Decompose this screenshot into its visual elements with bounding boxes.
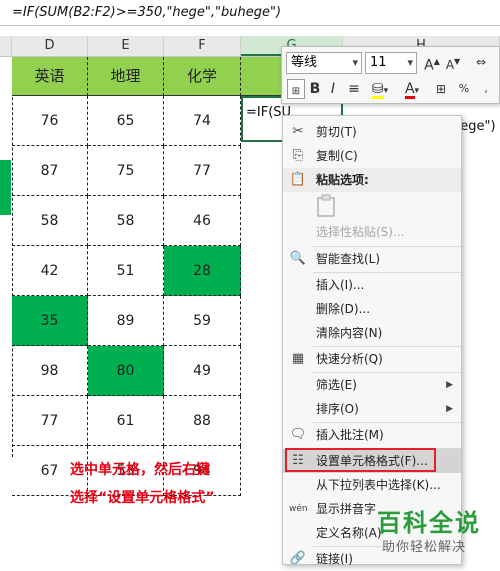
chevron-down-icon: ▾ — [407, 56, 413, 69]
highlight-box — [285, 448, 436, 472]
menu-item-pick-from-list[interactable]: 从下拉列表中选择(K)... — [283, 473, 461, 497]
table-cell[interactable]: 77 — [164, 146, 241, 196]
scissors-icon: ✂ — [292, 124, 304, 139]
header-cell-chemistry[interactable]: 化学 — [164, 57, 241, 96]
menu-item-insert[interactable]: 插入(I)... — [283, 273, 461, 297]
column-header-f[interactable]: F — [164, 36, 241, 56]
grow-font-button[interactable]: A▲ — [423, 52, 441, 76]
borders-icon: ⊞ — [435, 82, 447, 96]
table-cell[interactable]: 74 — [164, 96, 241, 146]
table-cell[interactable]: 87 — [12, 146, 88, 196]
menu-item-sort[interactable]: 排序(O) ▶ — [283, 397, 461, 421]
copy-icon: ⎘ — [292, 148, 304, 163]
number-format-button[interactable]: ⇔ — [466, 52, 496, 72]
table-cell[interactable]: 46 — [164, 196, 241, 246]
align-center-button[interactable]: ≡ — [344, 79, 364, 99]
chevron-down-icon: ▾ — [414, 86, 420, 96]
table-cell[interactable]: 61 — [88, 396, 164, 446]
table-cell[interactable]: 98 — [12, 346, 88, 396]
table-cell[interactable]: 49 — [164, 346, 241, 396]
table-cell[interactable]: 59 — [164, 296, 241, 346]
formula-text: =IF(SUM(B2:F2)>=350,"hege","buhege") — [12, 5, 282, 20]
formula-bar[interactable]: =IF(SUM(B2:F2)>=350,"hege","buhege") — [0, 0, 500, 26]
table-cell[interactable]: 76 — [12, 96, 88, 146]
watermark: 百科全说 助你轻松解决 — [372, 503, 500, 565]
search-icon: 🔍 — [289, 251, 307, 266]
table-cell[interactable]: 77 — [12, 396, 88, 446]
menu-item-filter[interactable]: 筛选(E) ▶ — [283, 373, 461, 397]
column-header-d[interactable]: D — [12, 36, 88, 56]
highlighted-table-cell[interactable]: 28 — [164, 246, 241, 296]
menu-item-copy[interactable]: ⎘ 复制(C) — [283, 144, 461, 168]
header-cell-english[interactable]: 英语 — [12, 57, 88, 96]
comma-style-icon: , — [484, 82, 488, 95]
format-painter-button[interactable]: ⊞ — [287, 79, 305, 99]
menu-item-paste-special[interactable]: 选择性粘贴(S)... — [283, 220, 461, 244]
phonetic-icon: wén — [289, 504, 308, 514]
watermark-title: 百科全说 — [377, 509, 481, 537]
highlighted-table-cell[interactable]: 35 — [12, 296, 88, 346]
shrink-font-icon: A — [445, 58, 455, 72]
menu-item-quick-analysis[interactable]: ▦ 快速分析(Q) — [283, 347, 461, 371]
percent-button[interactable]: % — [454, 79, 474, 99]
shrink-font-button[interactable]: A▼ — [444, 52, 462, 75]
menu-item-smart-lookup[interactable]: 🔍 智能查找(L) — [283, 247, 461, 271]
font-color-icon: A — [404, 81, 415, 99]
column-header-e[interactable]: E — [88, 36, 164, 56]
mini-toolbar: 等线 ▾ 11 ▾ A▲ A▼ ⇔ ⊞ B I ≡ ⛁▾ A▾ ⊞ % , — [281, 46, 500, 104]
fill-color-button[interactable]: ⛁▾ — [366, 79, 394, 101]
table-cell[interactable]: 89 — [88, 296, 164, 346]
table-cell[interactable]: 88 — [164, 396, 241, 446]
highlighted-table-cell[interactable]: 80 — [88, 346, 164, 396]
menu-item-cut[interactable]: ✂ 剪切(T) — [283, 120, 461, 144]
submenu-arrow-icon: ▶ — [446, 404, 453, 414]
paste-clipboard-icon[interactable] — [316, 194, 336, 218]
instruction-line-2: 选择“设置单元格格式” — [70, 490, 215, 506]
table-cell[interactable]: 65 — [88, 96, 164, 146]
menu-item-delete[interactable]: 删除(D)... — [283, 297, 461, 321]
font-name-value: 等线 — [291, 55, 318, 70]
chevron-down-icon: ▾ — [352, 56, 358, 69]
comma-button[interactable]: , — [476, 79, 496, 99]
comment-icon: 🗨 — [289, 427, 307, 442]
menu-item-insert-comment[interactable]: 🗨 插入批注(M) — [283, 423, 461, 447]
table-cell[interactable]: 51 — [88, 246, 164, 296]
align-center-icon: ≡ — [348, 81, 360, 97]
borders-button[interactable]: ⊞ — [430, 79, 452, 99]
grow-font-icon: A — [424, 57, 434, 74]
table-cell[interactable]: 75 — [88, 146, 164, 196]
table-cell[interactable]: 58 — [12, 196, 88, 246]
highlighted-cell-c[interactable] — [0, 160, 11, 215]
formula-gap — [0, 26, 500, 36]
column-header-c[interactable] — [0, 36, 12, 56]
menu-item-clear-contents[interactable]: 清除内容(N) — [283, 321, 461, 345]
context-menu: ✂ 剪切(T) ⎘ 复制(C) 📋 粘贴选项: 选择性粘贴(S)... 🔍 智能… — [282, 115, 462, 566]
table-cell[interactable]: 42 — [12, 246, 88, 296]
instruction-line-1: 选中单元格，然后右键 — [70, 462, 210, 478]
link-icon: 🔗 — [289, 551, 307, 566]
chevron-down-icon: ▾ — [383, 86, 389, 96]
submenu-arrow-icon: ▶ — [446, 380, 453, 390]
number-format-icon: ⇔ — [475, 55, 487, 69]
header-cell-geography[interactable]: 地理 — [88, 57, 164, 96]
watermark-subtitle: 助你轻松解决 — [382, 540, 467, 555]
menu-section-paste-options: 📋 粘贴选项: — [283, 168, 461, 192]
font-color-button[interactable]: A▾ — [398, 79, 426, 101]
table-cell[interactable]: 58 — [88, 196, 164, 246]
quick-analysis-icon: ▦ — [291, 351, 305, 366]
fill-bucket-icon: ⛁ — [371, 81, 384, 99]
instruction-note: 选中单元格，然后右键 选择“设置单元格格式” — [70, 456, 214, 512]
italic-button[interactable]: I — [326, 79, 340, 99]
paste-icon: 📋 — [289, 172, 307, 187]
grid-icon: ⊞ — [291, 86, 301, 97]
font-name-combo[interactable]: 等线 ▾ — [286, 52, 362, 74]
percent-icon: % — [458, 82, 470, 95]
font-size-combo[interactable]: 11 ▾ — [365, 52, 417, 74]
font-size-value: 11 — [370, 55, 387, 70]
bold-button[interactable]: B — [308, 79, 322, 99]
